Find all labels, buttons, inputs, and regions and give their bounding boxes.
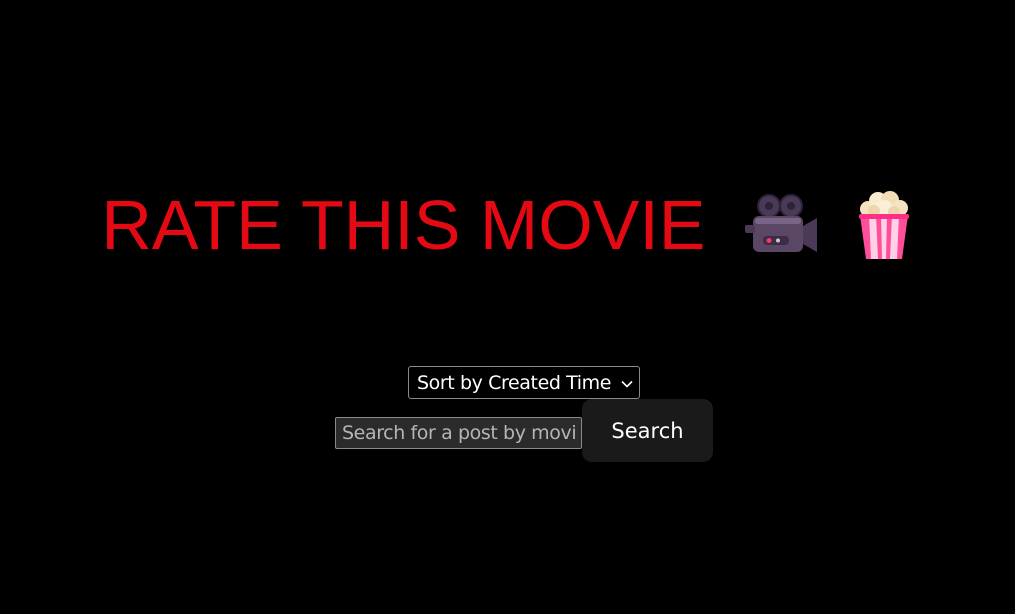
search-button[interactable]: Search <box>582 399 713 462</box>
movie-camera-icon <box>744 192 821 258</box>
sort-select[interactable]: Sort by Created Time <box>408 366 640 399</box>
sort-dropdown-wrapper: Sort by Created Time <box>408 366 640 399</box>
popcorn-icon <box>854 189 914 261</box>
chevron-down-icon <box>621 373 633 392</box>
search-input[interactable] <box>335 417 582 449</box>
sort-selected-label: Sort by Created Time <box>417 371 612 394</box>
page-title: RATE THIS MOVIE <box>101 186 706 264</box>
page-header: RATE THIS MOVIE <box>0 185 1015 275</box>
